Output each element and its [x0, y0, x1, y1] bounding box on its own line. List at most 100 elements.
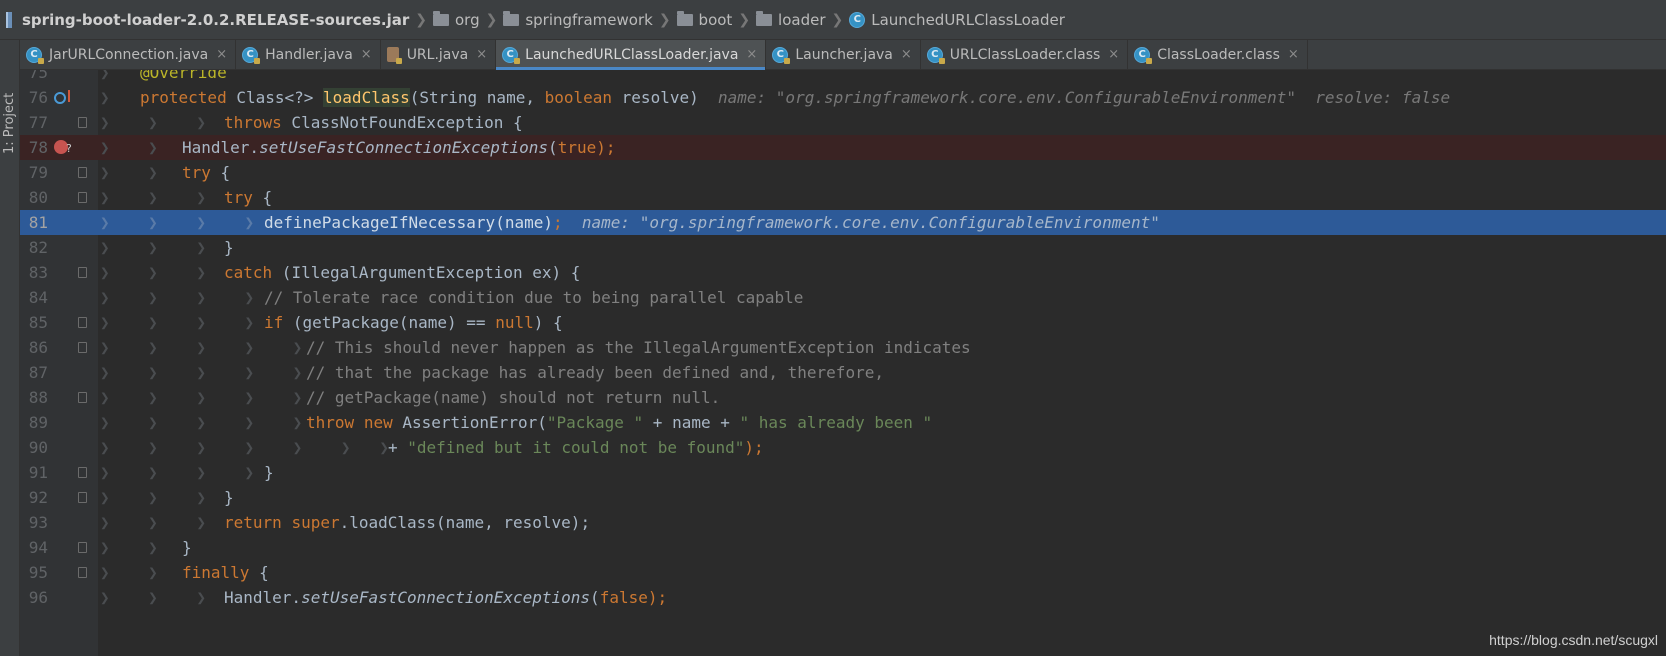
close-icon[interactable]: ×	[361, 47, 372, 62]
code-line: 77 ❯ ❯ ❯ throws ClassNotFoundException {	[20, 110, 1666, 135]
indent-guides: ❯ ❯ ❯ ❯	[100, 288, 255, 307]
chevron-right-icon: ❯	[658, 11, 671, 28]
line-number: 87	[28, 363, 48, 382]
breadcrumb-item-org[interactable]: org	[432, 10, 480, 29]
fold-marker-icon[interactable]	[78, 117, 87, 128]
tab-jarurlconnection[interactable]: C JarURLConnection.java ×	[20, 40, 237, 69]
debug-inline-value: name: "org.springframework.core.env.Conf…	[718, 88, 1451, 107]
indent-guides: ❯ ❯ ❯	[100, 238, 206, 257]
fold-marker-icon[interactable]	[78, 467, 87, 478]
fold-marker-icon[interactable]	[78, 267, 87, 278]
indent-guides: ❯	[100, 70, 110, 82]
line-number: 94	[28, 538, 48, 557]
tab-url[interactable]: URL.java ×	[381, 40, 497, 69]
java-class-icon: C	[242, 46, 261, 64]
line-number: 93	[28, 513, 48, 532]
indent-guides: ❯ ❯ ❯	[100, 488, 206, 507]
code-text: }	[224, 238, 234, 257]
class-icon: C	[849, 11, 866, 28]
code-line: 90 ❯ ❯ ❯ ❯ ❯ ❯ ❯ + "defined but it could…	[20, 435, 1666, 460]
code-text: }	[182, 538, 192, 557]
code-line: 94 ❯ ❯ }	[20, 535, 1666, 560]
tab-handler[interactable]: C Handler.java ×	[236, 40, 381, 69]
fold-marker-icon[interactable]	[78, 492, 87, 503]
line-number: 79	[28, 163, 48, 182]
code-line: 83 ❯ ❯ ❯ catch (IllegalArgumentException…	[20, 260, 1666, 285]
breadcrumb-item-jar[interactable]: spring-boot-loader-2.0.2.RELEASE-sources…	[6, 11, 409, 29]
breakpoint-icon[interactable]	[54, 140, 72, 155]
code-text: }	[264, 463, 274, 482]
indent-guides: ❯ ❯ ❯ ❯ ❯	[100, 413, 303, 432]
indent-guides: ❯ ❯ ❯	[100, 113, 206, 132]
close-icon[interactable]: ×	[216, 47, 227, 62]
fold-marker-icon[interactable]	[78, 342, 87, 353]
code-line: 91 ❯ ❯ ❯ ❯ }	[20, 460, 1666, 485]
code-text: throw new AssertionError("Package " + na…	[306, 413, 933, 432]
tab-launchedurlclassloader[interactable]: C LaunchedURLClassLoader.java ×	[496, 40, 767, 70]
code-line: 89 ❯ ❯ ❯ ❯ ❯ throw new AssertionError("P…	[20, 410, 1666, 435]
ide-window: spring-boot-loader-2.0.2.RELEASE-sources…	[0, 0, 1666, 656]
code-line: 93 ❯ ❯ ❯ return super.loadClass(name, re…	[20, 510, 1666, 535]
code-text: catch (IllegalArgumentException ex) {	[224, 263, 581, 282]
folder-icon	[676, 10, 693, 26]
breadcrumb-item-class[interactable]: C LaunchedURLClassLoader	[849, 11, 1065, 29]
breadcrumb-item-loader[interactable]: loader	[756, 10, 826, 29]
close-icon[interactable]: ×	[1108, 47, 1119, 62]
watermark: https://blog.csdn.net/scugxl	[1489, 632, 1658, 648]
code-text: protected Class<?> loadClass(String name…	[140, 88, 1451, 107]
code-line: 86 ❯ ❯ ❯ ❯ ❯ // This should never happen…	[20, 335, 1666, 360]
tab-urlclassloader[interactable]: C URLClassLoader.class ×	[921, 40, 1129, 69]
line-number: 85	[28, 313, 48, 332]
indent-guides: ❯ ❯ ❯ ❯ ❯ ❯ ❯	[100, 438, 389, 457]
code-line: 87 ❯ ❯ ❯ ❯ ❯ // that the package has alr…	[20, 360, 1666, 385]
code-text: Handler.setUseFastConnectionExceptions(t…	[182, 138, 616, 157]
indent-guides: ❯ ❯ ❯	[100, 513, 206, 532]
fold-marker-icon[interactable]	[78, 167, 87, 178]
line-number: 78	[28, 138, 48, 157]
indent-guides: ❯ ❯	[100, 538, 158, 557]
code-text: @Override	[140, 70, 227, 85]
code-text: // Tolerate race condition due to being …	[264, 288, 804, 307]
indent-guides: ❯ ❯ ❯ ❯ ❯	[100, 363, 303, 382]
java-class-icon: C	[26, 46, 44, 64]
breadcrumb: spring-boot-loader-2.0.2.RELEASE-sources…	[0, 0, 1666, 40]
debug-inline-value: name: "org.springframework.core.env.Conf…	[581, 213, 1160, 232]
line-number: 82	[28, 238, 48, 257]
code-text: return super.loadClass(name, resolve);	[224, 513, 591, 532]
override-marker-icon[interactable]	[54, 90, 70, 104]
fold-marker-icon[interactable]	[78, 567, 87, 578]
code-text: try {	[182, 163, 231, 182]
breadcrumb-item-springframework[interactable]: springframework	[503, 10, 653, 29]
indent-guides: ❯ ❯ ❯ ❯	[100, 213, 255, 232]
indent-guides: ❯ ❯ ❯ ❯ ❯	[100, 338, 303, 357]
code-line: 76 ❯ protected Class<?> loadClass(String…	[20, 85, 1666, 110]
close-icon[interactable]: ×	[1288, 47, 1299, 62]
fold-marker-icon[interactable]	[78, 542, 87, 553]
fold-marker-icon[interactable]	[78, 317, 87, 328]
breadcrumb-item-boot[interactable]: boot	[676, 10, 732, 29]
indent-guides: ❯ ❯ ❯ ❯ ❯	[100, 388, 303, 407]
close-icon[interactable]: ×	[476, 47, 487, 62]
code-text: try {	[224, 188, 273, 207]
fold-marker-icon[interactable]	[78, 192, 87, 203]
method-name-highlight: loadClass	[323, 88, 410, 107]
java-class-icon: C	[772, 46, 791, 64]
code-line: 75 ❯ @Override	[20, 70, 1666, 85]
annotation-token: @Override	[140, 70, 227, 82]
project-tool-button[interactable]: 1: Project	[2, 93, 17, 154]
code-line: 85 ❯ ❯ ❯ ❯ if (getPackage(name) == null)…	[20, 310, 1666, 335]
code-editor[interactable]: 75 ❯ @Override 76 ❯ protected Class<?> l…	[20, 70, 1666, 656]
code-line: 84 ❯ ❯ ❯ ❯ // Tolerate race condition du…	[20, 285, 1666, 310]
indent-guides: ❯ ❯ ❯	[100, 188, 206, 207]
tab-classloader[interactable]: C ClassLoader.class ×	[1128, 40, 1308, 69]
line-number: 95	[28, 563, 48, 582]
close-icon[interactable]: ×	[901, 47, 912, 62]
code-text: if (getPackage(name) == null) {	[264, 313, 563, 332]
line-number: 91	[28, 463, 48, 482]
tab-launcher[interactable]: C Launcher.java ×	[766, 40, 921, 69]
fold-marker-icon[interactable]	[78, 392, 87, 403]
close-icon[interactable]: ×	[746, 47, 757, 62]
code-line: 82 ❯ ❯ ❯ }	[20, 235, 1666, 260]
code-line: 92 ❯ ❯ ❯ }	[20, 485, 1666, 510]
line-number: 96	[28, 588, 48, 607]
